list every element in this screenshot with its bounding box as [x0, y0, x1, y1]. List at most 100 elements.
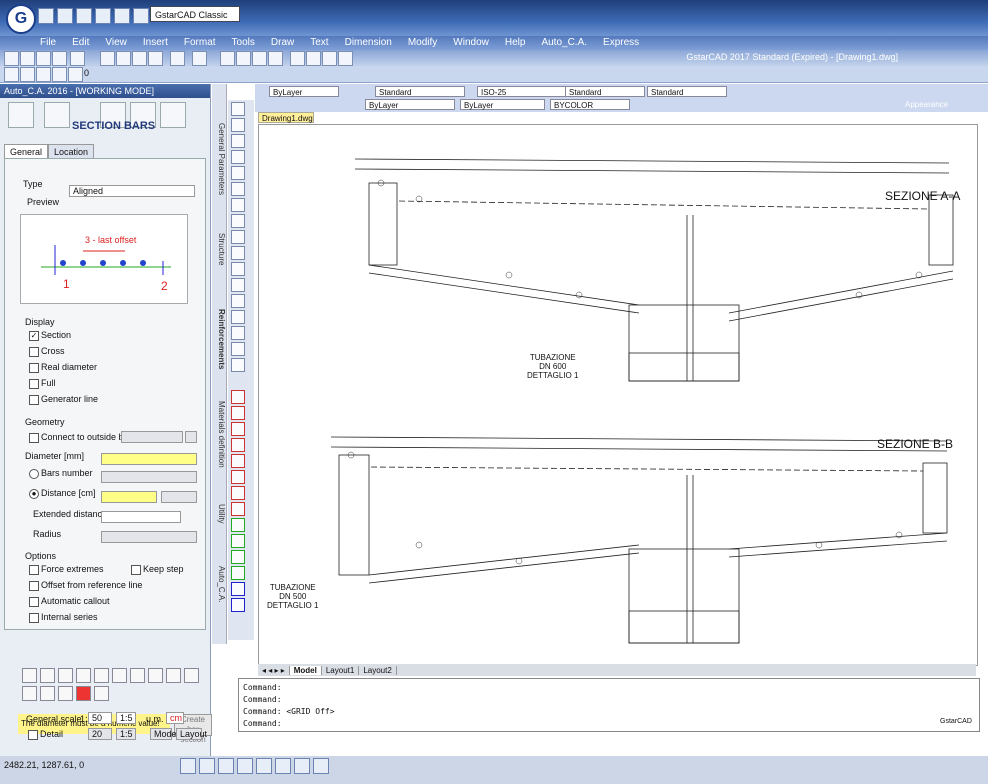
multileader-style-combo[interactable]: Standard	[647, 86, 727, 97]
menu-edit[interactable]: Edit	[64, 36, 97, 50]
hand-icon[interactable]	[231, 358, 245, 372]
full-checkbox[interactable]	[29, 379, 39, 389]
redo-icon[interactable]	[133, 8, 149, 24]
vtab-utility[interactable]: Utility	[212, 484, 226, 544]
general-scale-input[interactable]: 50	[88, 712, 112, 724]
save-icon[interactable]	[76, 8, 92, 24]
bar-tool-12-icon[interactable]	[40, 686, 55, 701]
vtab-structure[interactable]: Structure	[212, 214, 226, 284]
current-layer[interactable]: 0	[84, 68, 89, 78]
new-icon[interactable]	[38, 8, 54, 24]
distance-input[interactable]	[101, 491, 157, 503]
arc-icon[interactable]	[231, 182, 245, 196]
real-diameter-checkbox[interactable]	[29, 363, 39, 373]
open-icon[interactable]	[57, 8, 73, 24]
command-prompt[interactable]: Command:	[243, 719, 282, 728]
units-select[interactable]: cm	[166, 712, 184, 724]
bar-tool-11-icon[interactable]	[22, 686, 37, 701]
keep-step-checkbox[interactable]	[131, 565, 141, 575]
lineweight-combo[interactable]: ByLayer	[460, 99, 545, 110]
dim-style-combo[interactable]: ISO-25	[477, 86, 567, 97]
rebar-4-icon[interactable]	[231, 438, 245, 452]
automatic-callout-checkbox[interactable]	[29, 597, 39, 607]
menu-window[interactable]: Window	[445, 36, 497, 50]
bar-tool-2-icon[interactable]	[40, 668, 55, 683]
stirrup-2-icon[interactable]	[231, 534, 245, 548]
menu-dimension[interactable]: Dimension	[337, 36, 400, 50]
circle-icon[interactable]	[231, 198, 245, 212]
model-space-icon[interactable]	[313, 758, 329, 774]
stirrup-3-icon[interactable]	[231, 550, 245, 564]
model-button[interactable]: Model	[150, 728, 179, 740]
connect-outside-checkbox[interactable]	[29, 433, 39, 443]
drawing-canvas[interactable]: SEZIONE A-A SEZIONE B-B TUBAZIONE DN 600…	[258, 124, 978, 666]
bar-tool-5-icon[interactable]	[94, 668, 109, 683]
general-scale-ratio[interactable]: 1:5	[116, 712, 136, 724]
polyline-icon[interactable]	[231, 134, 245, 148]
menu-view[interactable]: View	[97, 36, 135, 50]
redo-arrow-icon[interactable]	[192, 51, 207, 66]
menu-draw[interactable]: Draw	[263, 36, 302, 50]
match-properties-icon[interactable]	[148, 51, 163, 66]
vtab-reinforcements[interactable]: Reinforcements	[212, 294, 226, 384]
bar-tool-10-icon[interactable]	[184, 668, 199, 683]
force-extremes-checkbox[interactable]	[29, 565, 39, 575]
nav-arrows-icon[interactable]: ◂ ◂ ▸ ▸	[258, 665, 290, 675]
line-icon[interactable]	[231, 102, 245, 116]
section-checkbox[interactable]: ✓	[29, 331, 39, 341]
layout-button[interactable]: Layout	[176, 728, 207, 740]
layer-manager-icon[interactable]	[4, 67, 19, 82]
design-center-icon[interactable]	[306, 51, 321, 66]
cross-section-icon[interactable]	[8, 102, 34, 128]
bar-tool-6-icon[interactable]	[112, 668, 127, 683]
diameter-input[interactable]	[101, 453, 197, 465]
tab-model[interactable]: Model	[289, 665, 322, 675]
app-logo[interactable]: G	[6, 4, 36, 34]
copy-icon[interactable]	[116, 51, 131, 66]
rebar-8-icon[interactable]	[231, 502, 245, 516]
tool-palettes-icon[interactable]	[322, 51, 337, 66]
new-file-icon[interactable]	[4, 51, 19, 66]
pan-icon[interactable]	[220, 51, 235, 66]
document-tab[interactable]: Drawing1.dwg	[258, 112, 314, 123]
color-swatch-icon[interactable]	[68, 67, 83, 82]
ellipse-icon[interactable]	[231, 230, 245, 244]
construction-line-icon[interactable]	[231, 118, 245, 132]
radius-input[interactable]	[101, 531, 197, 543]
zoom-window-icon[interactable]	[252, 51, 267, 66]
bar-tool-7-icon[interactable]	[130, 668, 145, 683]
internal-series-checkbox[interactable]	[29, 613, 39, 623]
section-bars-icon[interactable]	[44, 102, 70, 128]
tab-location[interactable]: Location	[48, 144, 95, 159]
vtab-general-parameters[interactable]: General Parameters	[212, 114, 226, 204]
detail-scale-input[interactable]: 20	[88, 728, 112, 740]
connect-outside-pick[interactable]	[185, 431, 197, 443]
stirrup-1-icon[interactable]	[231, 518, 245, 532]
lineweight-icon[interactable]	[294, 758, 310, 774]
ortho-icon[interactable]	[218, 758, 234, 774]
tab-layout1[interactable]: Layout1	[322, 665, 360, 675]
distance-radio[interactable]: ●	[29, 489, 39, 499]
grid-icon[interactable]	[199, 758, 215, 774]
undo-arrow-icon[interactable]	[170, 51, 185, 66]
bar-tool-8-icon[interactable]	[148, 668, 163, 683]
detail-checkbox[interactable]	[28, 730, 38, 740]
osnap-icon[interactable]	[256, 758, 272, 774]
save-file-icon[interactable]	[36, 51, 51, 66]
bar-tool-9-icon[interactable]	[166, 668, 181, 683]
detail-scale-ratio[interactable]: 1:5	[116, 728, 136, 740]
rebar-2-icon[interactable]	[231, 406, 245, 420]
stirrup-4-icon[interactable]	[231, 566, 245, 580]
multiline-text-icon[interactable]	[231, 342, 245, 356]
tab-general[interactable]: General	[4, 144, 49, 159]
make-block-icon[interactable]	[231, 262, 245, 276]
vtab-autoca[interactable]: Auto_C.A.	[212, 554, 226, 614]
bar-tool-13-icon[interactable]	[58, 686, 73, 701]
offset-reference-checkbox[interactable]	[29, 581, 39, 591]
snap-icon[interactable]	[180, 758, 196, 774]
rectangle-icon[interactable]	[231, 166, 245, 180]
connect-outside-field[interactable]	[121, 431, 183, 443]
appearance-label[interactable]: Appearance	[905, 100, 948, 109]
menu-text[interactable]: Text	[302, 36, 336, 50]
rebar-7-icon[interactable]	[231, 486, 245, 500]
